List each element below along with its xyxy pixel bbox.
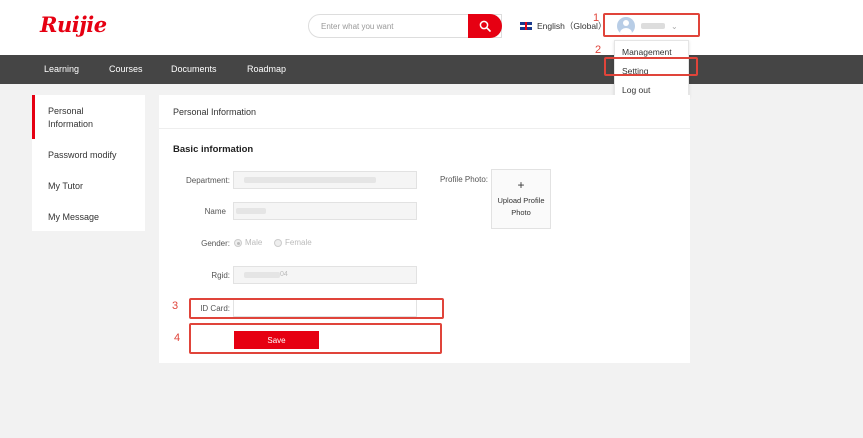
gender-female-label: Female bbox=[285, 238, 312, 247]
highlight-box-id-card bbox=[189, 298, 444, 319]
gender-label: Gender: bbox=[201, 239, 230, 248]
highlight-box-setting bbox=[604, 57, 698, 76]
section-title: Basic information bbox=[173, 144, 254, 155]
name-field bbox=[233, 202, 417, 220]
annotation-number-3: 3 bbox=[172, 300, 179, 312]
gender-male-label: Male bbox=[245, 238, 263, 247]
annotation-number-2: 2 bbox=[595, 44, 602, 56]
rgid-value-redacted bbox=[244, 272, 280, 278]
radio-checked-icon bbox=[234, 238, 242, 247]
highlight-box-save bbox=[189, 323, 442, 354]
nav-item-courses[interactable]: Courses bbox=[109, 64, 143, 74]
annotation-number-1: 1 bbox=[593, 12, 600, 24]
search-input[interactable] bbox=[309, 15, 469, 37]
department-value-redacted bbox=[244, 177, 376, 183]
department-field bbox=[233, 171, 417, 189]
active-indicator bbox=[32, 95, 35, 139]
department-label: Department: bbox=[185, 176, 230, 185]
settings-sidebar: Personal Information Password modify My … bbox=[32, 95, 145, 231]
rgid-field: 04 bbox=[233, 266, 417, 284]
annotation-number-4: 4 bbox=[174, 332, 181, 344]
sidebar-item-my-tutor[interactable]: My Tutor bbox=[48, 180, 83, 193]
gender-male-radio[interactable]: Male bbox=[234, 238, 262, 247]
uk-flag-icon bbox=[520, 22, 532, 30]
nav-item-roadmap[interactable]: Roadmap bbox=[247, 64, 286, 74]
sidebar-item-password-modify[interactable]: Password modify bbox=[48, 149, 117, 162]
rgid-value-visible: 04 bbox=[280, 271, 288, 278]
name-label: Name bbox=[204, 207, 226, 216]
ruijie-logo[interactable]: Ruijie bbox=[40, 12, 107, 37]
panel-divider bbox=[159, 128, 690, 129]
nav-item-documents[interactable]: Documents bbox=[171, 64, 217, 74]
highlight-box-user-menu bbox=[603, 13, 700, 37]
sidebar-item-personal-information[interactable]: Personal Information bbox=[48, 105, 118, 131]
radio-unchecked-icon bbox=[274, 238, 282, 247]
upload-label: Upload Profile Photo bbox=[497, 196, 545, 217]
menu-item-logout[interactable]: Log out bbox=[622, 85, 650, 95]
menu-item-management[interactable]: Management bbox=[622, 47, 672, 57]
sidebar-item-my-message[interactable]: My Message bbox=[48, 211, 99, 224]
plus-icon: + bbox=[517, 178, 525, 192]
header: Ruijie English（Global） ⌄ bbox=[0, 0, 863, 55]
upload-profile-photo-button[interactable]: + Upload Profile Photo bbox=[491, 169, 551, 229]
gender-female-radio[interactable]: Female bbox=[274, 238, 312, 247]
name-value-redacted bbox=[236, 208, 266, 214]
search-icon bbox=[479, 20, 491, 32]
main-nav: Learning Courses Documents Roadmap bbox=[0, 55, 863, 84]
profile-photo-label: Profile Photo: bbox=[439, 175, 488, 184]
rgid-label: Rgid: bbox=[211, 271, 230, 280]
search-button[interactable] bbox=[468, 14, 502, 38]
panel-title: Personal Information bbox=[173, 107, 257, 117]
nav-item-learning[interactable]: Learning bbox=[44, 64, 79, 74]
